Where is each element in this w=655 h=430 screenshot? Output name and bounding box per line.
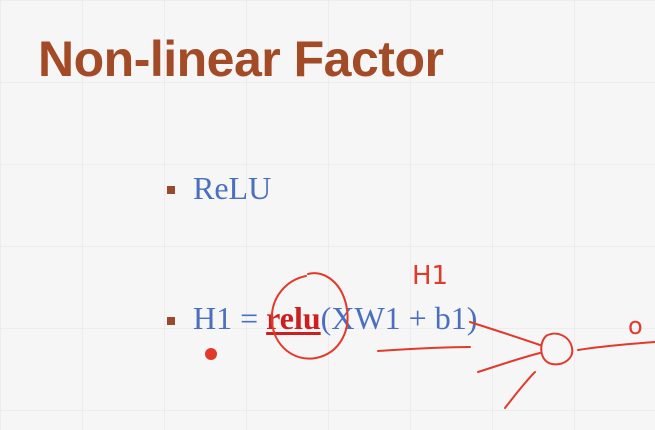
pointer-dot: [205, 348, 217, 360]
slide-title: Non-linear Factor: [38, 31, 444, 87]
arrow-line-3: [504, 371, 536, 409]
bullet-item-formula: H1 = relu(XW1 + b1): [193, 300, 477, 337]
bullet-marker: [167, 317, 175, 325]
formula-prefix: H1 =: [193, 300, 267, 336]
formula-suffix: (XW1 + b1): [320, 300, 478, 336]
neuron-node-circle: [540, 332, 574, 366]
label-o-handwritten: o: [628, 312, 643, 340]
formula-relu-highlight: relu: [266, 300, 321, 336]
bullet-marker: [167, 186, 175, 194]
arrow-line-2: [477, 352, 541, 373]
bullet-item-relu: ReLU: [193, 170, 272, 206]
arrow-line-1: [469, 321, 541, 346]
output-line: [577, 341, 655, 351]
underline-stroke: [377, 346, 471, 352]
label-h1-handwritten: H1: [412, 261, 448, 291]
